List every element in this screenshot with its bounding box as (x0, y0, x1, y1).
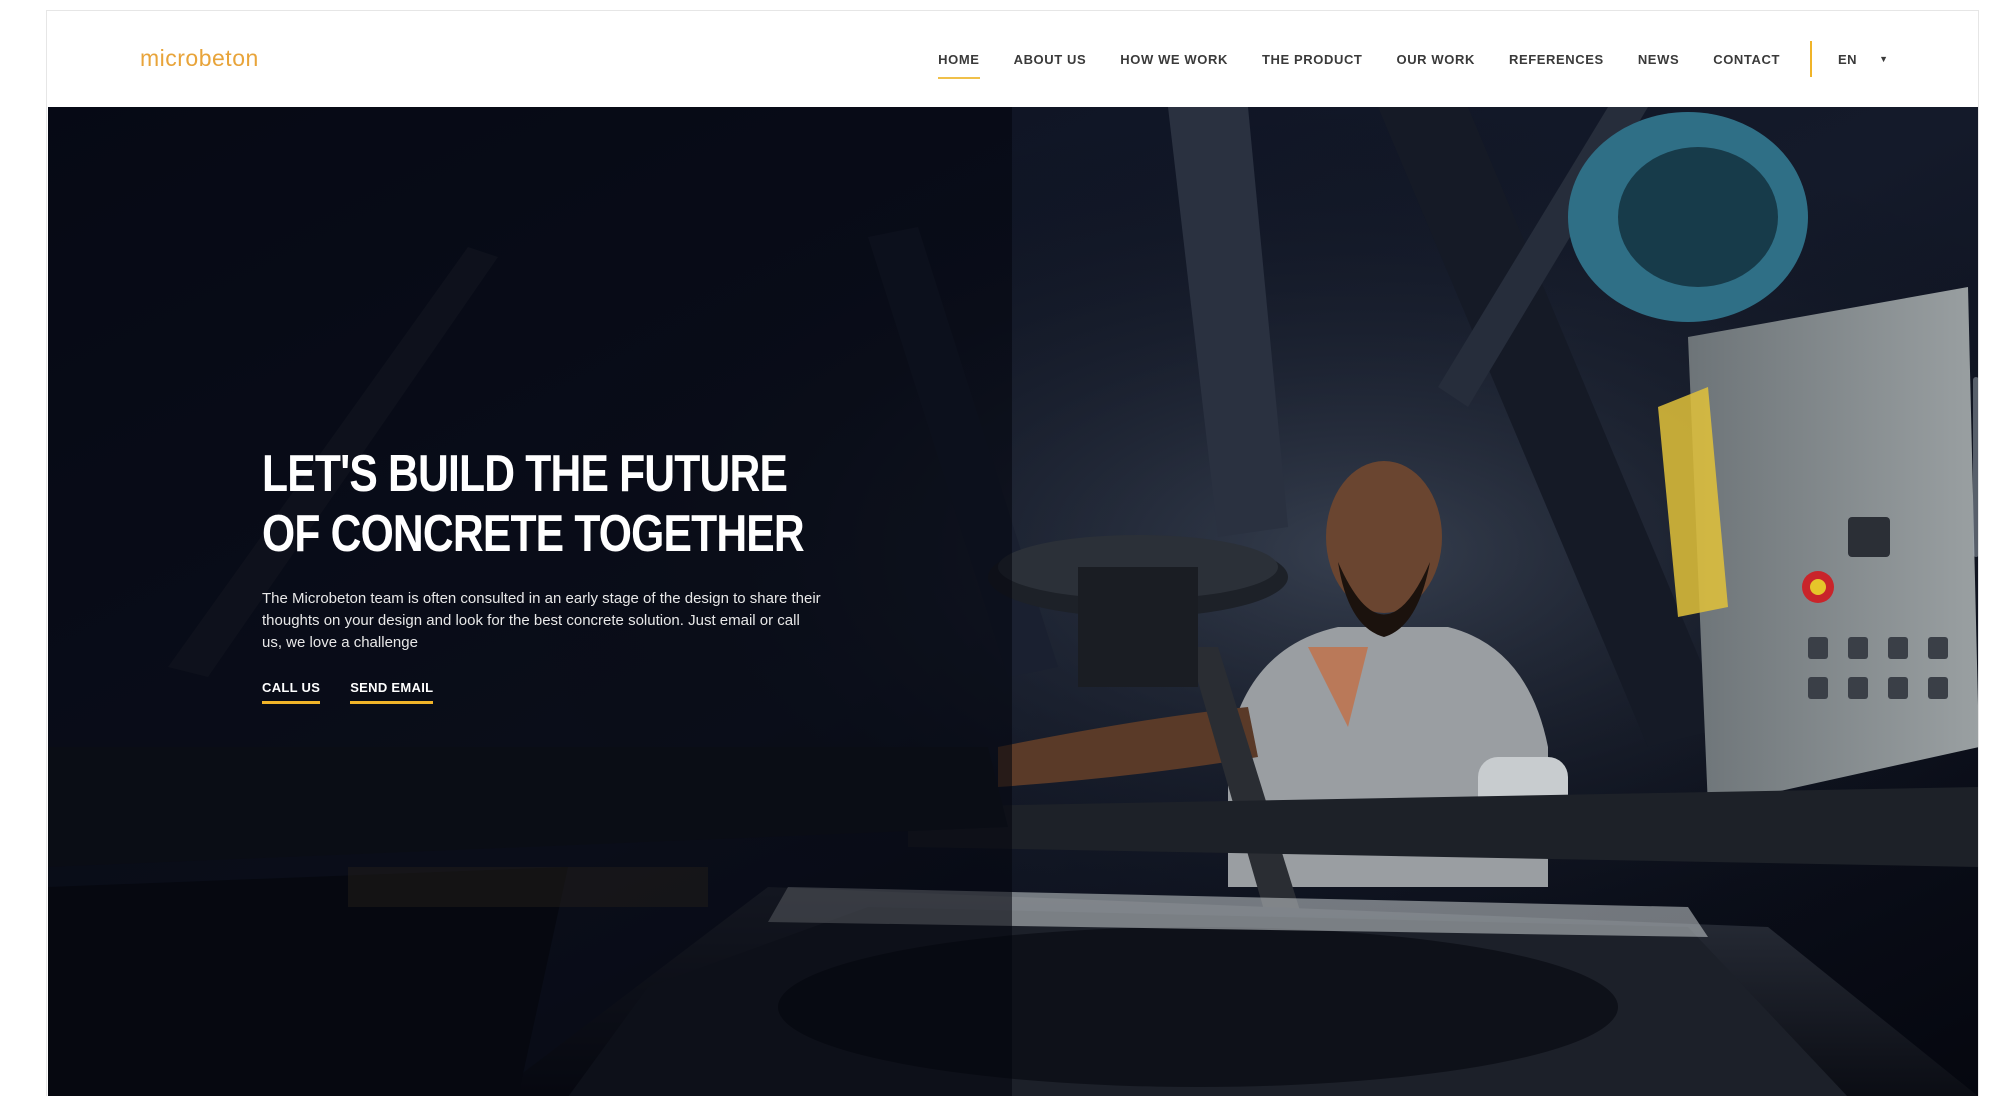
language-label: EN (1838, 51, 1858, 67)
site-logo[interactable]: microbeton (140, 45, 259, 72)
nav-item-about-us[interactable]: ABOUT US (1014, 46, 1087, 73)
main-navigation: HOME ABOUT US HOW WE WORK THE PRODUCT OU… (938, 11, 1888, 107)
nav-item-references[interactable]: REFERENCES (1509, 46, 1604, 73)
hero-actions: CALL US SEND EMAIL (262, 680, 862, 704)
nav-item-contact[interactable]: CONTACT (1713, 46, 1780, 73)
nav-item-home[interactable]: HOME (938, 46, 980, 79)
hero-content: LET'S BUILD THE FUTURE OF CONCRETE TOGET… (262, 444, 862, 704)
hero-title: LET'S BUILD THE FUTURE OF CONCRETE TOGET… (262, 444, 805, 564)
send-email-link[interactable]: SEND EMAIL (350, 680, 434, 704)
chevron-down-icon: ▼ (1879, 54, 1888, 64)
site-header: microbeton HOME ABOUT US HOW WE WORK THE… (47, 11, 1978, 107)
nav-item-news[interactable]: NEWS (1638, 46, 1679, 73)
language-selector[interactable]: EN ▼ (1838, 52, 1888, 67)
browser-page: microbeton HOME ABOUT US HOW WE WORK THE… (46, 10, 1979, 1096)
nav-divider (1810, 41, 1813, 77)
nav-item-the-product[interactable]: THE PRODUCT (1262, 46, 1363, 73)
nav-item-how-we-work[interactable]: HOW WE WORK (1120, 46, 1228, 73)
hero-title-line-2: OF CONCRETE TOGETHER (262, 505, 805, 563)
call-us-link[interactable]: CALL US (262, 680, 321, 704)
hero-description: The Microbeton team is often consulted i… (262, 590, 821, 651)
page-scrollbar[interactable] (1973, 377, 1978, 557)
nav-item-our-work[interactable]: OUR WORK (1396, 46, 1474, 73)
hero-title-line-1: LET'S BUILD THE FUTURE (262, 445, 788, 503)
hero-section: LET'S BUILD THE FUTURE OF CONCRETE TOGET… (48, 107, 1978, 1096)
